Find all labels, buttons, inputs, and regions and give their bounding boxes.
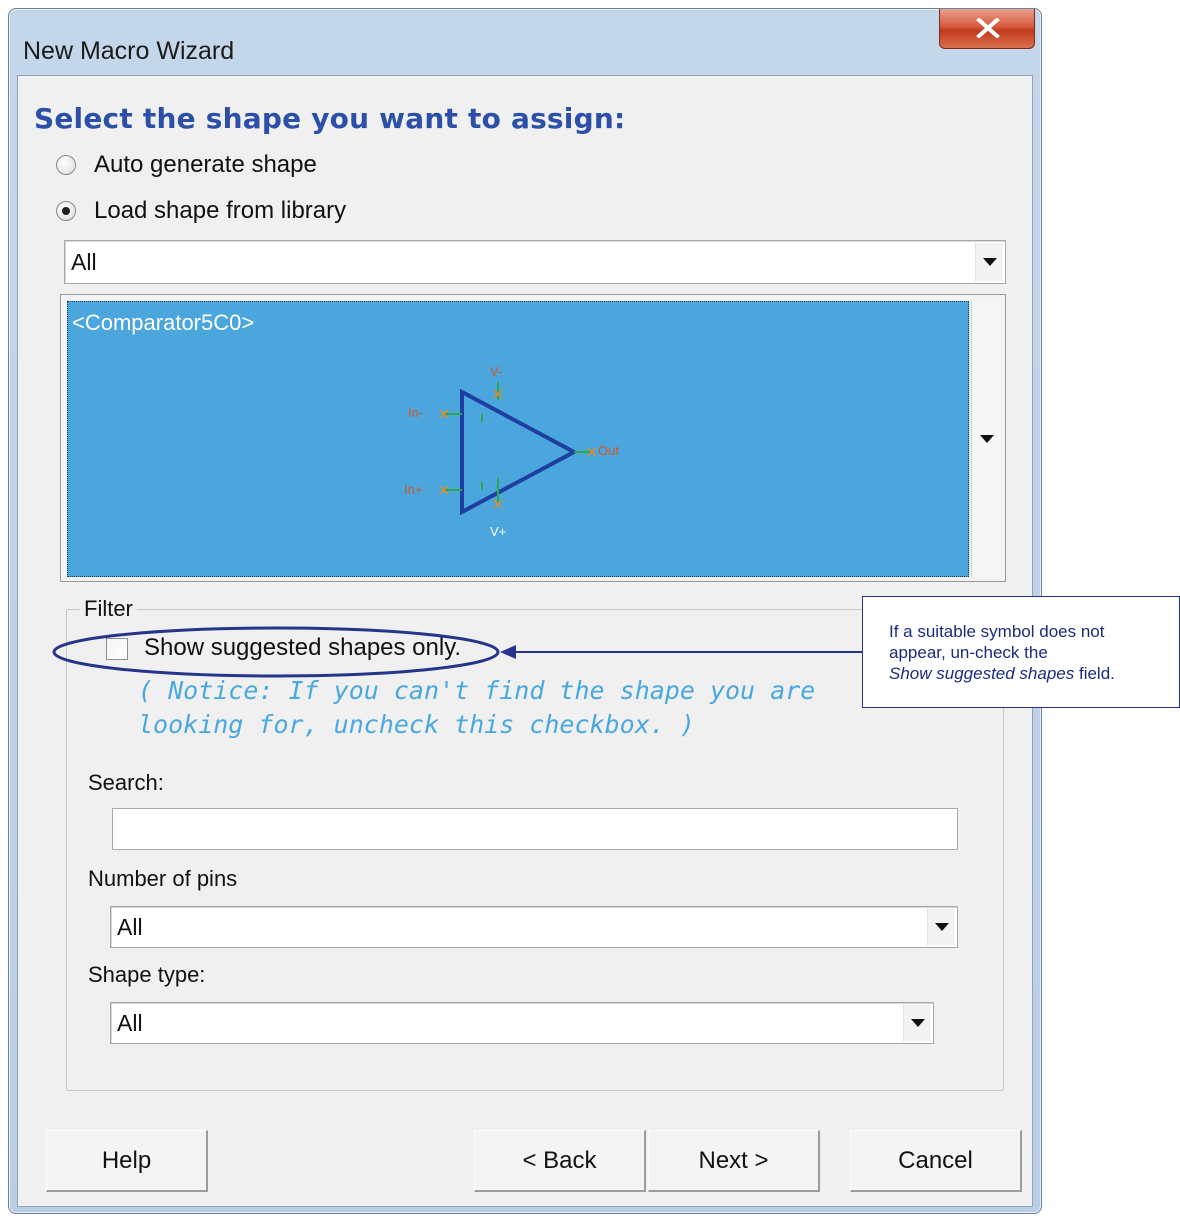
help-button[interactable]: Help	[46, 1130, 208, 1192]
cancel-button[interactable]: Cancel	[850, 1130, 1022, 1192]
callout-line-2: appear, un-check the	[889, 643, 1048, 662]
shape-type-combo-value: All	[117, 1009, 143, 1036]
load-library-option[interactable]: Load shape from library	[56, 196, 346, 226]
library-combo-arrow-icon[interactable]	[975, 243, 1003, 281]
auto-generate-label: Auto generate shape	[94, 151, 317, 178]
window-title: New Macro Wizard	[23, 37, 235, 65]
pin-label-in-minus: In-	[408, 405, 424, 420]
pins-combo[interactable]: All	[110, 906, 958, 948]
pins-combo-arrow-icon[interactable]	[927, 909, 955, 945]
shape-type-combo[interactable]: All	[110, 1002, 934, 1044]
filter-legend: Filter	[80, 596, 137, 622]
library-combo[interactable]: All	[64, 240, 1006, 284]
callout-line-1: If a suitable symbol does not	[889, 622, 1105, 641]
page-heading: Select the shape you want to assign:	[34, 102, 626, 135]
back-button[interactable]: < Back	[474, 1130, 646, 1192]
callout-line-3-rest: field.	[1074, 664, 1115, 683]
pin-label-v-minus: V-	[490, 364, 503, 379]
search-label: Search:	[88, 770, 164, 795]
next-button[interactable]: Next >	[648, 1130, 820, 1192]
callout-line-3: Show suggested shapes field.	[889, 663, 1179, 684]
close-x-icon	[976, 18, 1000, 38]
suggested-shapes-label[interactable]: Show suggested shapes only.	[144, 634, 461, 662]
pins-label: Number of pins	[88, 866, 238, 891]
load-library-label: Load shape from library	[94, 197, 347, 224]
pins-combo-value: All	[117, 913, 143, 940]
shape-preview-list[interactable]: <Comparator5C0> V- In- Out In+ V+	[60, 294, 1006, 582]
title-bar[interactable]: New Macro Wizard	[9, 9, 1041, 75]
filter-notice: ( Notice: If you can't find the shape yo…	[138, 676, 816, 739]
annotation-callout: If a suitable symbol does not appear, un…	[862, 596, 1180, 708]
comparator-symbol-icon	[439, 382, 597, 516]
pin-label-v-plus: V+	[490, 524, 507, 539]
suggested-shapes-checkbox[interactable]	[106, 638, 128, 660]
search-input[interactable]	[112, 808, 958, 850]
preview-dropdown-arrow-icon[interactable]	[971, 301, 1001, 577]
load-library-radio[interactable]	[56, 201, 76, 221]
shape-preview-selected[interactable]: <Comparator5C0> V- In- Out In+ V+	[67, 301, 969, 577]
pin-label-in-plus: In+	[404, 482, 423, 497]
callout-emphasis: Show suggested shapes	[889, 664, 1075, 683]
auto-generate-option[interactable]: Auto generate shape	[56, 150, 317, 180]
close-button[interactable]	[939, 9, 1035, 49]
library-combo-value: All	[71, 248, 97, 275]
auto-generate-radio[interactable]	[56, 155, 76, 175]
shape-type-combo-arrow-icon[interactable]	[903, 1005, 931, 1041]
shape-type-label: Shape type:	[88, 962, 206, 987]
pin-label-out: Out	[598, 443, 619, 458]
